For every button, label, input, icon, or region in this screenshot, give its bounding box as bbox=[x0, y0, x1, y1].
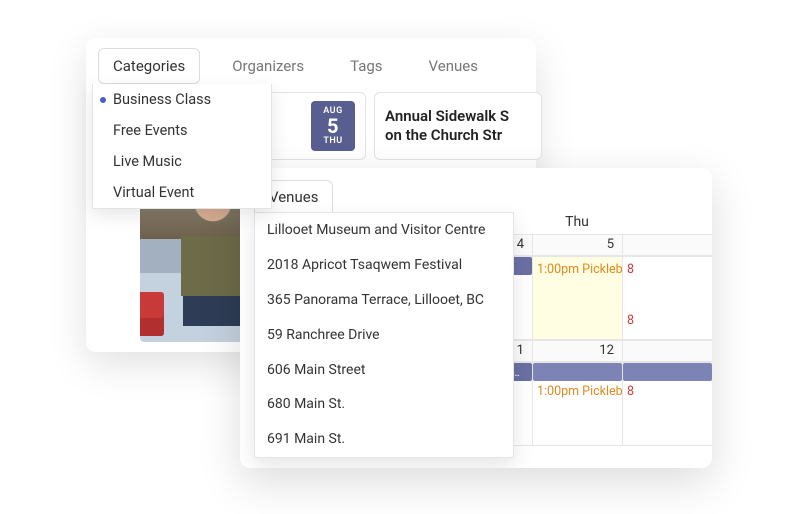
event-band[interactable] bbox=[623, 363, 712, 381]
badge-day: 5 bbox=[327, 116, 339, 136]
badge-dow: THU bbox=[323, 136, 342, 146]
filter-tabs: Categories Organizers Tags Venues bbox=[92, 44, 530, 88]
cal-event[interactable]: 1:00pm Pickleball bbox=[533, 383, 622, 400]
venue-item[interactable]: 2018 Apricot Tsaqwem Festival bbox=[255, 248, 513, 283]
categories-dropdown: Business Class Free Events Live Music Vi… bbox=[92, 84, 272, 209]
venue-item[interactable]: 680 Main St. bbox=[255, 387, 513, 422]
day-number[interactable] bbox=[622, 234, 712, 256]
day-cell[interactable]: 8 bbox=[622, 362, 712, 446]
event-card[interactable]: Annual Sidewalk S on the Church Str bbox=[374, 92, 542, 160]
tab-tags[interactable]: Tags bbox=[336, 49, 396, 83]
tab-organizers[interactable]: Organizers bbox=[218, 49, 318, 83]
calendar-card: Thu 4 5 ildh… od For ve 1:00pm Picklebal… bbox=[240, 168, 712, 468]
category-label: Business Class bbox=[113, 91, 211, 108]
event-title: Annual Sidewalk S on the Church Str bbox=[385, 107, 531, 145]
category-item[interactable]: Free Events bbox=[93, 115, 271, 146]
bullet-icon bbox=[100, 97, 106, 103]
category-item[interactable]: Live Music bbox=[93, 146, 271, 177]
venues-dropdown: Lillooet Museum and Visitor Centre 2018 … bbox=[254, 212, 514, 458]
category-label: Virtual Event bbox=[113, 184, 194, 201]
date-badge: AUG 5 THU bbox=[311, 101, 355, 151]
event-band[interactable] bbox=[533, 363, 622, 381]
venue-item[interactable]: 606 Main Street bbox=[255, 353, 513, 388]
tab-categories[interactable]: Categories bbox=[98, 48, 200, 84]
cal-event[interactable]: 8 bbox=[623, 261, 712, 278]
day-number[interactable]: 5 bbox=[532, 234, 622, 256]
tab-venues[interactable]: Venues bbox=[415, 49, 492, 83]
category-item[interactable]: Business Class bbox=[93, 84, 271, 115]
weekday-thu: Thu bbox=[532, 208, 622, 236]
venue-item[interactable]: 365 Panorama Terrace, Lillooet, BC bbox=[255, 283, 513, 318]
weekday-fri bbox=[622, 208, 712, 236]
category-label: Live Music bbox=[113, 153, 182, 170]
venue-item[interactable]: Lillooet Museum and Visitor Centre bbox=[255, 213, 513, 248]
category-label: Free Events bbox=[113, 122, 188, 139]
category-item[interactable]: Virtual Event bbox=[93, 177, 271, 208]
day-cell[interactable]: 1:00pm Pickleball bbox=[532, 362, 622, 446]
venue-item[interactable]: 691 Main St. bbox=[255, 422, 513, 457]
day-cell[interactable]: 8 8 bbox=[622, 256, 712, 340]
day-number[interactable] bbox=[622, 340, 712, 362]
cal-event[interactable]: 8 bbox=[623, 312, 712, 329]
cal-event[interactable]: 1:00pm Pickleball bbox=[533, 261, 622, 278]
day-number[interactable]: 12 bbox=[532, 340, 622, 362]
day-cell[interactable]: 1:00pm Pickleball bbox=[532, 256, 622, 340]
venue-item[interactable]: 59 Ranchree Drive bbox=[255, 318, 513, 353]
cal-event[interactable]: 8 bbox=[623, 383, 712, 400]
venue-item[interactable]: Abundance Artisan Bakery bbox=[255, 457, 513, 458]
